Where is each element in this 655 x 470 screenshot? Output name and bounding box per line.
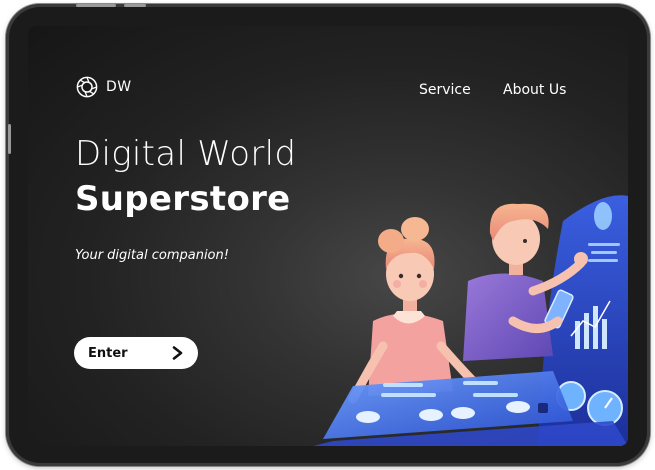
screen: DW Service About Us Digital World Supers… <box>28 26 628 446</box>
aperture-icon <box>76 76 98 98</box>
side-button <box>8 124 11 154</box>
panel-dot <box>594 202 612 230</box>
hero-title-line-2: Superstore <box>75 179 291 219</box>
woman-hair-bun <box>401 217 429 241</box>
man-hand <box>574 252 588 266</box>
console-dial <box>506 401 530 413</box>
woman-cheek <box>419 280 427 288</box>
woman-eye <box>398 273 404 279</box>
top-button <box>76 4 116 7</box>
chart-bar <box>584 313 589 349</box>
enter-button-label: Enter <box>88 345 128 361</box>
man-eye <box>523 239 527 243</box>
logo[interactable]: DW <box>76 76 132 98</box>
chart-bar <box>602 319 607 349</box>
console-dial <box>356 411 380 423</box>
panel-line <box>588 259 618 262</box>
console-slider <box>463 381 498 385</box>
hero-illustration <box>313 195 628 446</box>
console-dial <box>451 407 475 419</box>
console-dial <box>419 409 443 421</box>
hero-title-line-1: Digital World <box>75 134 297 174</box>
console-key <box>538 403 548 413</box>
hero-tagline: Your digital companion! <box>75 248 229 263</box>
chevron-right-icon <box>172 346 183 360</box>
logo-text: DW <box>106 79 132 95</box>
nav-about-us-link[interactable]: About Us <box>503 82 566 98</box>
panel-line <box>588 243 620 246</box>
woman-cheek <box>393 280 401 288</box>
nav-service-link[interactable]: Service <box>419 82 471 98</box>
top-button <box>124 4 146 7</box>
woman-eye <box>416 273 422 279</box>
woman-hair-bun <box>378 229 404 253</box>
tablet-frame: DW Service About Us Digital World Supers… <box>6 4 650 466</box>
panel-line <box>591 251 617 254</box>
console-slider <box>473 393 518 397</box>
console-slider <box>381 393 436 397</box>
console-slider <box>383 383 423 387</box>
enter-button[interactable]: Enter <box>74 337 198 369</box>
